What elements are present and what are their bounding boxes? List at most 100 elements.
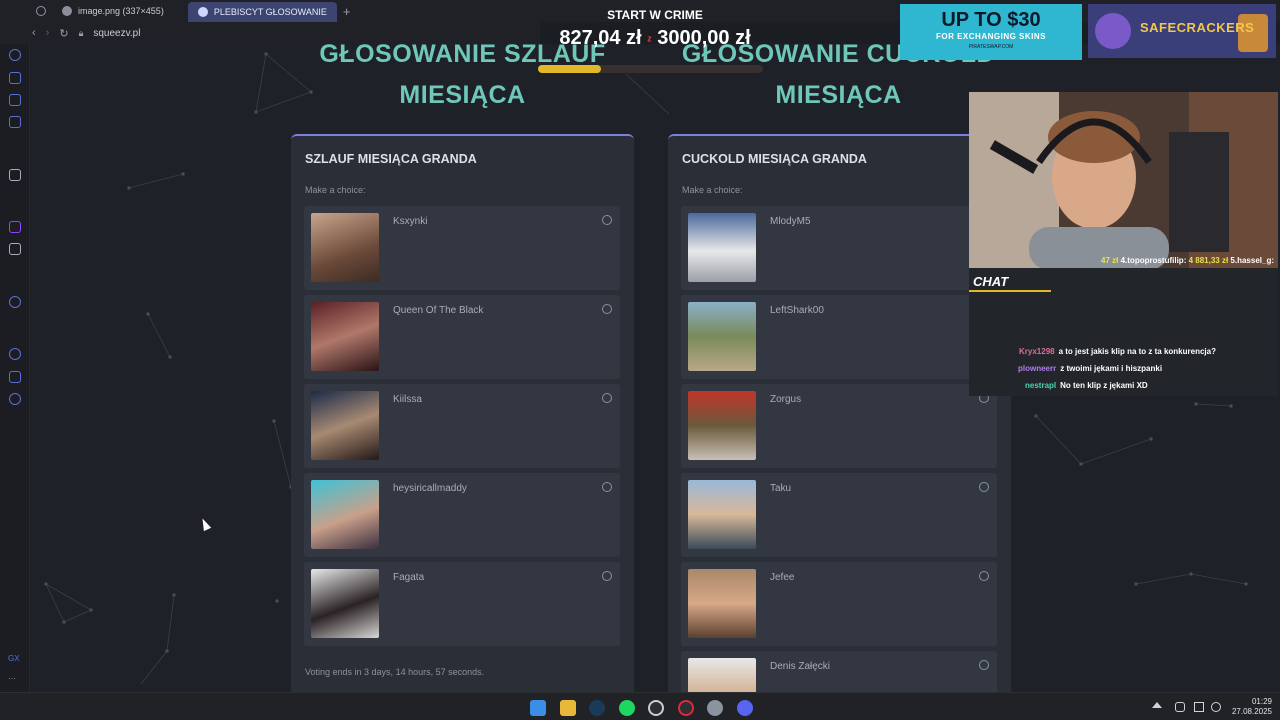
radio-button[interactable] [979, 660, 989, 670]
option-row[interactable]: heysiricallmaddy [304, 473, 620, 557]
option-row[interactable]: LeftShark00 [681, 295, 997, 379]
candidate-name: Jefee [770, 572, 795, 583]
gx-icon[interactable]: GX [8, 654, 20, 663]
voting-countdown: Voting ends in 3 days, 14 hours, 57 seco… [305, 667, 485, 677]
candidate-name: Taku [770, 483, 792, 494]
candidate-name: Ksxynki [393, 216, 428, 227]
history-icon[interactable] [9, 49, 21, 61]
radio-button[interactable] [979, 571, 989, 581]
goal-current: 827,04 zł [559, 27, 642, 49]
extension-icon[interactable] [9, 72, 21, 84]
lock-icon: 🔒︎ [78, 27, 84, 38]
option-row[interactable]: Fagata [304, 562, 620, 646]
steam-icon[interactable] [589, 700, 605, 716]
tab-overview-icon[interactable] [30, 0, 52, 22]
reload-icon[interactable]: ↻ [59, 27, 68, 40]
webcam-feed [969, 92, 1278, 270]
chrome-icon[interactable] [648, 700, 664, 716]
ticker-item: 4.topoprostufilip: [1120, 256, 1187, 265]
globe-icon [197, 7, 208, 17]
plus-icon[interactable]: + [343, 4, 351, 19]
goal-separator: z [647, 33, 652, 44]
ad-site: PIRATESWAP.COM [968, 44, 1014, 50]
webcam-image [969, 92, 1278, 270]
url-input[interactable]: squeezv.pl [93, 28, 140, 39]
globe-icon [62, 6, 72, 16]
windows-start-icon[interactable] [530, 700, 546, 716]
option-row[interactable]: Ksxynki [304, 206, 620, 290]
goal-title: START W CRIME [607, 8, 703, 22]
tab-label: PLEBISCYT GŁOSOWANIE [213, 7, 327, 17]
discord-icon[interactable] [737, 700, 753, 716]
x-twitter-icon[interactable] [9, 243, 21, 255]
radio-button[interactable] [602, 304, 612, 314]
tray-expand-icon[interactable] [1152, 702, 1162, 708]
wallet-icon[interactable] [9, 94, 21, 106]
radio-button[interactable] [979, 482, 989, 492]
ad-subline: FOR EXCHANGING SKINS [935, 32, 1046, 41]
aria-icon[interactable] [9, 169, 21, 181]
forward-icon[interactable]: › [46, 27, 50, 39]
candidate-name: MlodyM5 [770, 216, 811, 227]
candidate-name: Zorgus [770, 394, 802, 405]
option-row[interactable]: Denis Załęcki [681, 651, 997, 692]
volume-icon[interactable] [1211, 702, 1221, 712]
candidate-name: heysiricallmaddy [393, 483, 467, 494]
ad-title: SAFECRACKERS [1140, 20, 1255, 35]
radio-button[interactable] [602, 571, 612, 581]
clock[interactable]: 01:29 27.08.2025 [1232, 697, 1272, 717]
option-row[interactable]: Taku [681, 473, 997, 557]
candidate-photo [311, 302, 379, 371]
szlauf-voting-card: SZLAUF MIESIĄCA GRANDA Make a choice: Ks… [291, 134, 634, 692]
cuckold-voting-card: CUCKOLD MIESIĄCA GRANDA Make a choice: M… [668, 134, 1011, 692]
chat-message: plowneerr z twoimi jękami i hiszpanki [1018, 364, 1162, 373]
option-row[interactable]: Queen Of The Black [304, 295, 620, 379]
player-icon[interactable] [9, 296, 21, 308]
pirateswap-ad: UP TO $30 FOR EXCHANGING SKINS PIRATESWA… [900, 4, 1082, 60]
ad-headline: UP TO $30 [941, 9, 1041, 31]
pinboard-icon[interactable] [9, 371, 21, 383]
display-icon[interactable] [1194, 702, 1204, 712]
goal-progress-bar [538, 65, 763, 73]
chat-username: plowneerr [1018, 364, 1057, 373]
tab-plebiscyt[interactable]: PLEBISCYT GŁOSOWANIE [187, 2, 337, 22]
chat-username: nestrapl [1025, 381, 1057, 390]
back-icon[interactable]: ‹ [32, 27, 36, 39]
chat-text: a to jest jakis klip na to z ta konkuren… [1058, 347, 1216, 356]
settings-icon[interactable] [707, 700, 723, 716]
left-section-heading: GŁOSOWANIE SZLAUF MIESIĄCA [319, 44, 606, 109]
tab-image[interactable]: image.png (337×455) [52, 0, 174, 22]
candidate-photo [311, 480, 379, 549]
chat-username: Kryx1298 [1019, 347, 1055, 356]
chat-title: CHAT [973, 274, 1009, 289]
goal-progress-fill [538, 65, 601, 73]
safecrackers-ad: SAFECRACKERS [1088, 4, 1276, 58]
messenger-icon[interactable] [9, 116, 21, 128]
candidate-name: Queen Of The Black [393, 305, 484, 316]
file-explorer-icon[interactable] [560, 700, 576, 716]
candidate-name: Kiilssa [393, 394, 422, 405]
clock-date: 27.08.2025 [1231, 707, 1272, 716]
candidate-photo [688, 569, 756, 638]
candidate-photo [311, 391, 379, 460]
chat-text: No ten klip z jękami XD [1060, 381, 1148, 390]
chat-message: Kryx1298 a to jest jakis klip na to z ta … [1019, 347, 1216, 356]
more-icon[interactable]: ··· [8, 674, 16, 683]
option-row[interactable]: MlodyM5 [681, 206, 997, 290]
candidate-photo [688, 658, 756, 692]
chat-underline [969, 290, 1051, 292]
radio-button[interactable] [602, 393, 612, 403]
spotify-icon[interactable] [619, 700, 635, 716]
settings-icon[interactable] [9, 393, 21, 405]
opera-icon[interactable] [678, 700, 694, 716]
twitch-icon[interactable] [9, 221, 21, 233]
radio-button[interactable] [602, 482, 612, 492]
option-row[interactable]: Jefee [681, 562, 997, 646]
radio-button[interactable] [602, 215, 612, 225]
tab-label: image.png (337×455) [78, 6, 164, 16]
option-row[interactable]: Zorgus [681, 384, 997, 468]
option-row[interactable]: Kiilssa [304, 384, 620, 468]
microphone-icon[interactable] [1175, 702, 1185, 712]
choice-hint: Make a choice: [682, 185, 743, 195]
clock-icon[interactable] [9, 348, 21, 360]
